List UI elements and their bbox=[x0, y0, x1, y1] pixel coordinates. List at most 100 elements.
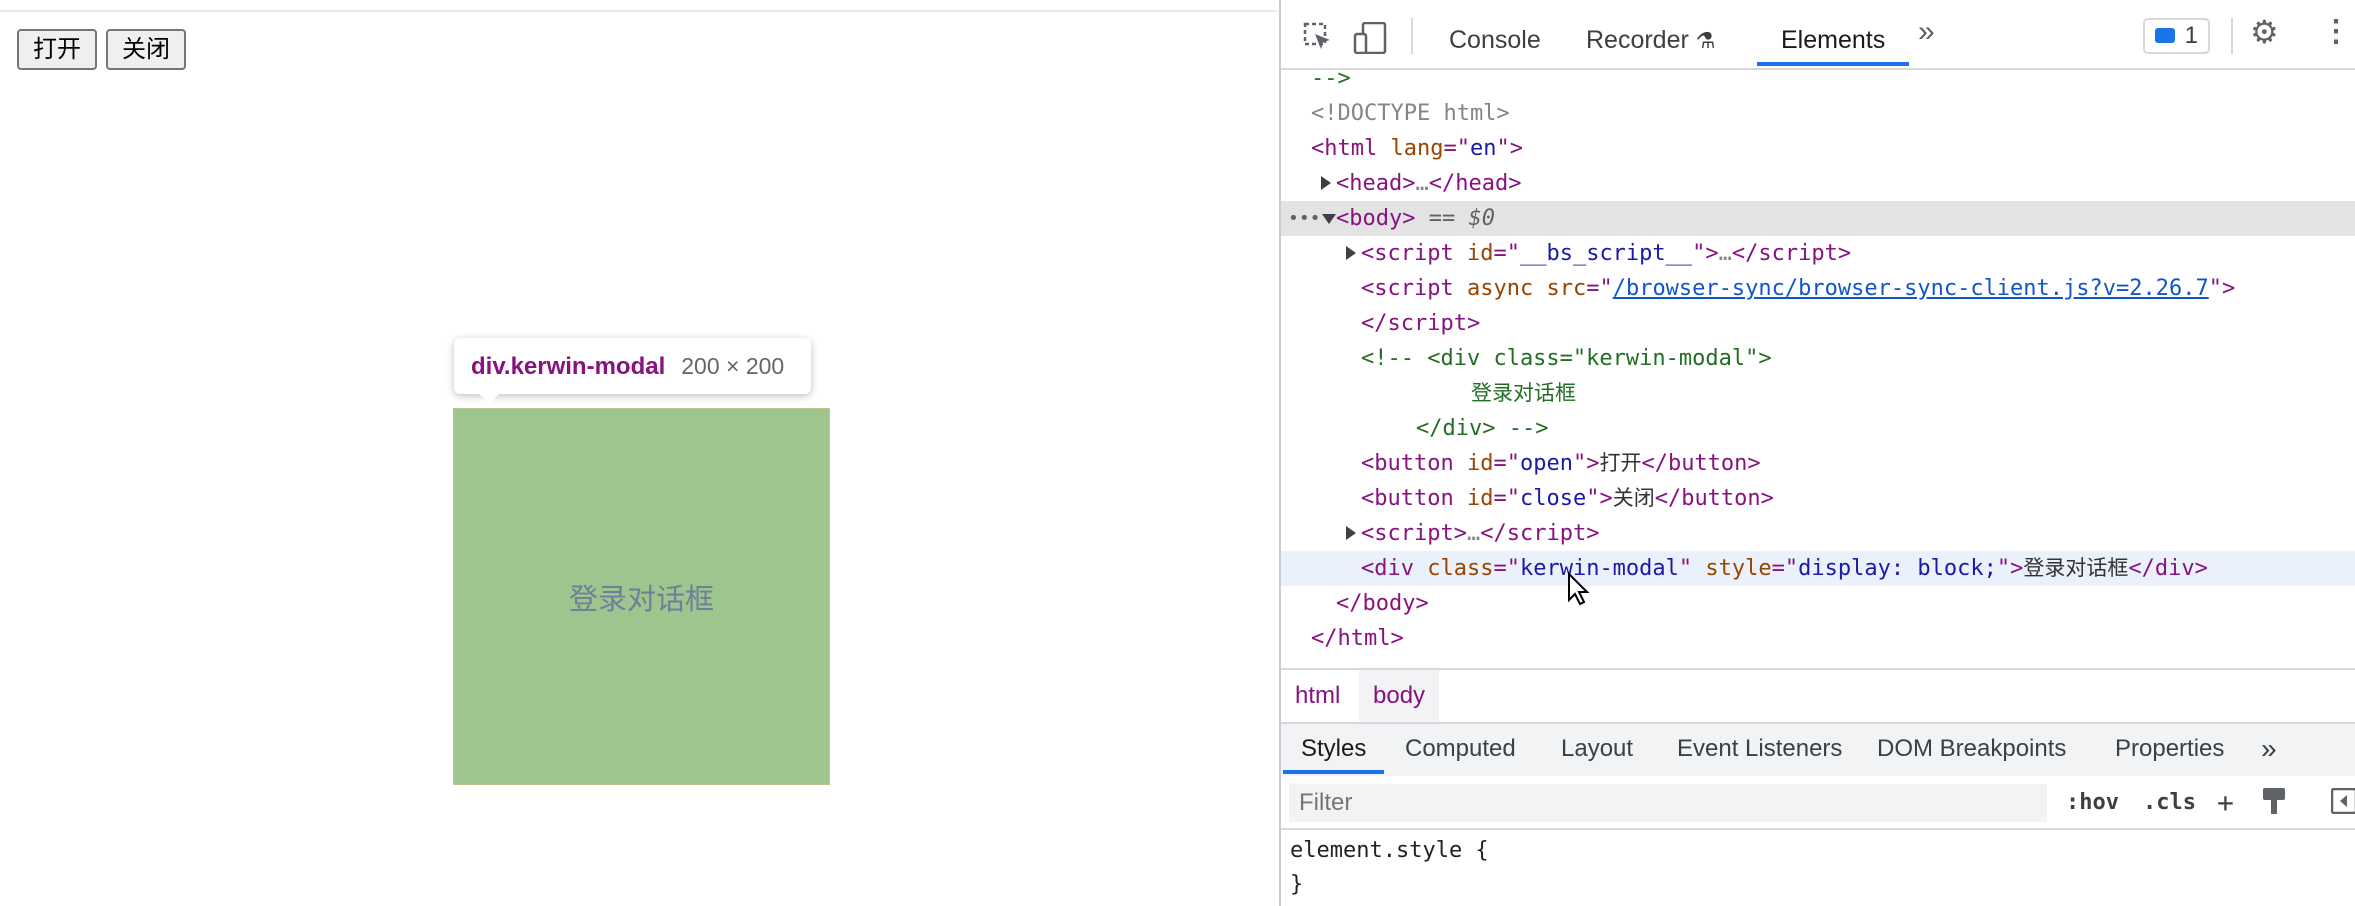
tooltip-dims: 200 × 200 bbox=[681, 353, 785, 379]
tab-console[interactable]: Console bbox=[1449, 0, 1541, 66]
dom-line-open-button[interactable]: <button id="open">打开</button> bbox=[1281, 446, 2355, 481]
more-options-icon[interactable]: ⋮ bbox=[2321, 17, 2351, 47]
body-tag: body bbox=[1362, 591, 1416, 616]
comment-text: <!-- <div class="kerwin-modal"> bbox=[1361, 346, 1772, 371]
paint-brush-icon[interactable] bbox=[2261, 786, 2287, 824]
dom-line-script[interactable]: <script>…</script> bbox=[1281, 516, 2355, 551]
cls-toggle[interactable]: .cls bbox=[2143, 784, 2196, 822]
hov-toggle[interactable]: :hov bbox=[2066, 784, 2119, 822]
tooltip-arrow bbox=[478, 393, 500, 404]
dom-line-body[interactable]: ••• <body> == $0 bbox=[1281, 201, 2355, 236]
mouse-cursor-icon bbox=[1568, 572, 1590, 606]
script-tag: script bbox=[1374, 521, 1454, 546]
tab-properties[interactable]: Properties bbox=[2115, 724, 2224, 774]
expand-triangle-icon[interactable] bbox=[1346, 526, 1356, 540]
doctype-text: <!DOCTYPE html> bbox=[1311, 101, 1510, 126]
tab-elements[interactable]: Elements bbox=[1756, 0, 1910, 66]
tab-layout[interactable]: Layout bbox=[1561, 724, 1633, 774]
expand-triangle-icon[interactable] bbox=[1346, 246, 1356, 260]
issues-count: 1 bbox=[2184, 22, 2198, 49]
element-style-close: } bbox=[1290, 872, 1304, 897]
tab-recorder-label: Recorder bbox=[1586, 26, 1689, 54]
attr-name: class bbox=[1427, 556, 1494, 581]
attr-name: id bbox=[1466, 486, 1494, 511]
dom-line[interactable]: --> bbox=[1281, 61, 2355, 96]
node-text: 关闭 bbox=[1612, 486, 1655, 510]
inspect-tooltip: div.kerwin-modal 200 × 200 bbox=[454, 338, 811, 404]
dom-line-body-close[interactable]: </body> bbox=[1281, 586, 2355, 621]
breadcrumb-html[interactable]: html bbox=[1281, 670, 1354, 722]
sidebar-toggle-icon[interactable] bbox=[2330, 787, 2355, 826]
selected-marker: == $0 bbox=[1428, 206, 1495, 231]
body-tag: body bbox=[1349, 206, 1403, 231]
styles-tabbar: Styles Computed Layout Event Listeners D… bbox=[1281, 724, 2355, 778]
attr-name: id bbox=[1466, 241, 1494, 266]
more-tabs-icon[interactable]: » bbox=[2261, 724, 2277, 774]
node-text: 登录对话框 bbox=[2023, 556, 2129, 580]
modal-text: 登录对话框 bbox=[568, 581, 714, 616]
dom-line-html[interactable]: <html lang="en"> bbox=[1281, 131, 2355, 166]
collapse-triangle-icon[interactable] bbox=[1322, 214, 1336, 224]
attr-name: src bbox=[1546, 276, 1587, 301]
kerwin-modal[interactable]: 登录对话框 bbox=[453, 408, 830, 785]
settings-gear-icon[interactable]: ⚙ bbox=[2250, 16, 2279, 48]
attr-value: close bbox=[1519, 486, 1587, 511]
comment-end: --> bbox=[1311, 66, 1351, 91]
dom-line-doctype[interactable]: <!DOCTYPE html> bbox=[1281, 96, 2355, 131]
devtools-panel: Console Recorder ⚗ Elements » 1 ⚙ ⋮ --> … bbox=[1279, 0, 2355, 906]
attr-name: style bbox=[1705, 556, 1772, 581]
attr-value: __bs_script__ bbox=[1519, 241, 1693, 266]
dom-line-comment[interactable]: <!-- <div class="kerwin-modal"> bbox=[1281, 341, 2355, 376]
attr-value: open bbox=[1519, 451, 1573, 476]
issues-badge[interactable]: 1 bbox=[2143, 18, 2210, 54]
devtools-toolbar: Console Recorder ⚗ Elements » 1 ⚙ ⋮ bbox=[1281, 0, 2355, 70]
open-button[interactable]: 打开 bbox=[17, 29, 97, 70]
element-style-open[interactable]: element.style { bbox=[1290, 834, 1489, 868]
dom-line-comment-end[interactable]: </div> --> bbox=[1281, 411, 2355, 446]
tooltip-selector: div.kerwin-modal bbox=[471, 353, 666, 380]
dom-line-comment-body[interactable]: 登录对话框 bbox=[1281, 376, 2355, 411]
tab-dom-breakpoints[interactable]: DOM Breakpoints bbox=[1877, 724, 2066, 774]
dom-tree: --> <!DOCTYPE html> <html lang="en"> <he… bbox=[1281, 66, 2355, 668]
more-tabs-icon[interactable]: » bbox=[1918, 17, 1935, 47]
inspect-element-icon[interactable] bbox=[1303, 22, 1333, 57]
attr-value: display: block; bbox=[1798, 556, 1997, 581]
dom-line-close-button[interactable]: <button id="close">关闭</button> bbox=[1281, 481, 2355, 516]
attr-value: kerwin-modal bbox=[1519, 556, 1679, 581]
breadcrumb-body[interactable]: body bbox=[1359, 670, 1440, 722]
attr-name: async bbox=[1466, 276, 1534, 301]
comment-text: </div> --> bbox=[1416, 416, 1549, 441]
node-text: 打开 bbox=[1599, 451, 1642, 475]
close-button[interactable]: 关闭 bbox=[106, 29, 186, 70]
dom-line-html-close[interactable]: </html> bbox=[1281, 621, 2355, 656]
styles-pane: element.style { } bbox=[1281, 828, 2355, 906]
device-toolbar-icon[interactable] bbox=[1353, 21, 1387, 59]
styles-filter-input[interactable] bbox=[1289, 784, 2047, 822]
page-viewport: 打开 关闭 div.kerwin-modal 200 × 200 登录对话框 bbox=[0, 0, 1277, 906]
tab-event-listeners[interactable]: Event Listeners bbox=[1677, 724, 1842, 774]
dom-line-bs-script[interactable]: <script id="__bs_script__">…</script> bbox=[1281, 236, 2355, 271]
tab-computed[interactable]: Computed bbox=[1405, 724, 1516, 774]
breadcrumb: html body bbox=[1281, 668, 2355, 724]
html-tag: html bbox=[1324, 136, 1378, 161]
attr-name: lang bbox=[1390, 136, 1444, 161]
head-tag: head bbox=[1349, 171, 1403, 196]
dom-line-script-close[interactable]: </script> bbox=[1281, 306, 2355, 341]
dom-line-modal-div[interactable]: <div class="kerwin-modal" style="display… bbox=[1281, 551, 2355, 586]
script-src-link[interactable]: /browser-sync/browser-sync-client.js?v=2… bbox=[1613, 276, 2209, 301]
toolbar-separator bbox=[1411, 18, 1413, 54]
dots-icon: ••• bbox=[1288, 208, 1321, 229]
issues-chat-icon bbox=[2155, 28, 2175, 43]
tab-styles[interactable]: Styles bbox=[1282, 724, 1385, 774]
filter-bar: :hov .cls + bbox=[1281, 776, 2355, 830]
new-rule-plus-icon[interactable]: + bbox=[2217, 784, 2234, 822]
expand-triangle-icon[interactable] bbox=[1321, 176, 1331, 190]
attr-value: en bbox=[1469, 136, 1497, 161]
tab-recorder[interactable]: Recorder ⚗ bbox=[1586, 0, 1716, 66]
flask-icon: ⚗ bbox=[1695, 28, 1716, 53]
top-divider bbox=[0, 0, 1277, 12]
dom-line-script-async[interactable]: <script async src="/browser-sync/browser… bbox=[1281, 271, 2355, 306]
dom-line-head[interactable]: <head>…</head> bbox=[1281, 166, 2355, 201]
comment-text: 登录对话框 bbox=[1471, 381, 1576, 405]
script-tag: script bbox=[1387, 311, 1467, 336]
